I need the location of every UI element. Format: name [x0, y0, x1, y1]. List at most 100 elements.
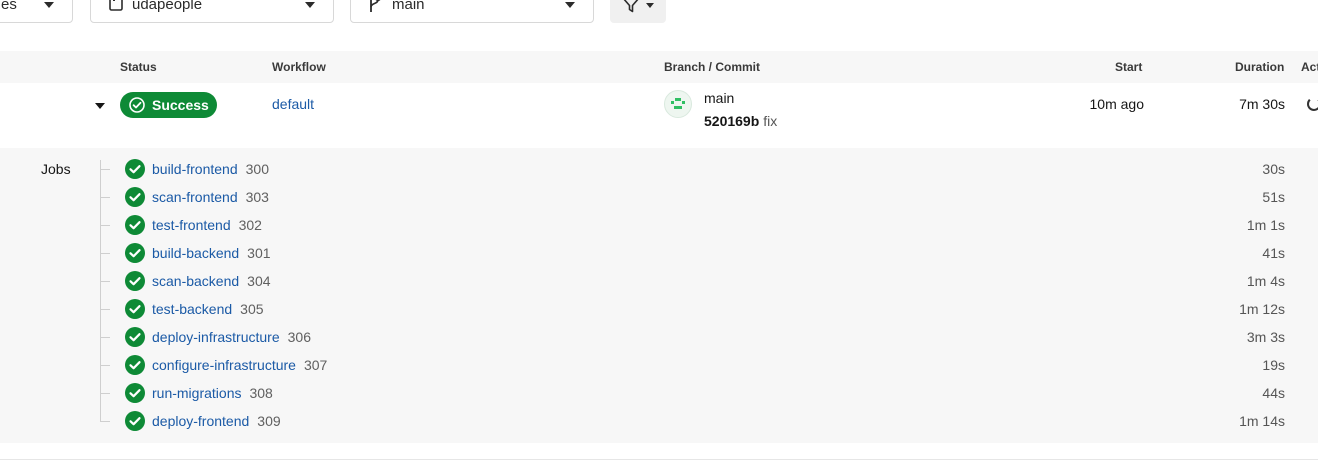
tree-connector	[100, 393, 110, 394]
job-row: build-frontend 300 30s	[100, 156, 1318, 184]
job-duration: 1m 14s	[1239, 413, 1285, 429]
job-duration: 30s	[1262, 161, 1285, 177]
job-number: 300	[245, 161, 269, 177]
tree-connector	[100, 365, 110, 366]
commit-info[interactable]: 520169b fix	[704, 113, 777, 129]
branch-name[interactable]: main	[704, 90, 734, 106]
commit-message: fix	[763, 113, 778, 129]
job-duration: 44s	[1262, 385, 1285, 401]
chevron-down-icon	[305, 2, 315, 8]
branch-icon	[367, 0, 381, 18]
job-number: 303	[245, 189, 269, 205]
job-duration: 1m 4s	[1246, 273, 1285, 289]
filter-icon	[622, 0, 640, 18]
tree-connector	[100, 225, 110, 226]
job-link[interactable]: deploy-frontend 309	[152, 413, 281, 429]
job-link[interactable]: deploy-infrastructure 306	[152, 329, 311, 345]
repo-icon	[109, 0, 123, 16]
divider	[0, 459, 1318, 460]
job-number: 309	[257, 413, 281, 429]
tree-connector	[100, 281, 110, 282]
status-badge[interactable]: Success	[120, 92, 217, 118]
status-filter-select[interactable]: es	[0, 0, 73, 23]
job-name[interactable]: build-backend	[152, 245, 239, 261]
job-name[interactable]: test-backend	[152, 301, 232, 317]
check-circle-icon	[125, 299, 145, 319]
job-name[interactable]: scan-frontend	[152, 189, 238, 205]
start-time: 10m ago	[1089, 96, 1144, 112]
job-link[interactable]: run-migrations 308	[152, 385, 273, 401]
job-duration: 41s	[1262, 245, 1285, 261]
job-row: configure-infrastructure 307 19s	[100, 352, 1318, 380]
column-header-start: Start	[1115, 60, 1143, 74]
column-header-workflow: Workflow	[272, 60, 326, 74]
jobs-panel: Jobs build-frontend 300 30s scan-frontend…	[0, 148, 1318, 443]
job-link[interactable]: configure-infrastructure 307	[152, 357, 327, 373]
pipeline-duration: 7m 30s	[1239, 96, 1285, 112]
job-link[interactable]: build-backend 301	[152, 245, 271, 261]
job-duration: 51s	[1262, 189, 1285, 205]
collapse-toggle-icon[interactable]	[95, 103, 105, 109]
job-duration: 1m 12s	[1239, 301, 1285, 317]
check-circle-icon	[125, 271, 145, 291]
tree-connector	[100, 421, 110, 422]
check-circle-icon	[125, 159, 145, 179]
job-name[interactable]: test-frontend	[152, 217, 231, 233]
filter-menu-button[interactable]	[610, 0, 666, 23]
job-name[interactable]: run-migrations	[152, 385, 241, 401]
pipelines-page: es udapeople main Status Workflow Branch…	[0, 0, 1318, 461]
chevron-down-icon	[646, 3, 654, 8]
project-filter-select[interactable]: udapeople	[90, 0, 334, 23]
check-circle-icon	[125, 187, 145, 207]
job-row: test-backend 305 1m 12s	[100, 296, 1318, 324]
chevron-down-icon	[44, 2, 54, 8]
check-circle-icon	[125, 383, 145, 403]
job-link[interactable]: test-backend 305	[152, 301, 264, 317]
job-number: 308	[249, 385, 273, 401]
tree-connector	[100, 169, 110, 170]
job-row: scan-frontend 303 51s	[100, 184, 1318, 212]
job-name[interactable]: build-frontend	[152, 161, 238, 177]
rerun-icon[interactable]	[1307, 97, 1318, 111]
job-name[interactable]: deploy-frontend	[152, 413, 249, 429]
job-duration: 3m 3s	[1246, 329, 1285, 345]
job-row: test-frontend 302 1m 1s	[100, 212, 1318, 240]
job-link[interactable]: test-frontend 302	[152, 217, 262, 233]
job-number: 305	[240, 301, 264, 317]
tree-connector	[100, 309, 110, 310]
branch-filter-value: main	[392, 0, 425, 13]
pipeline-row: Success default main 520169b fix 10m ago …	[0, 83, 1318, 148]
workflow-link[interactable]: default	[272, 96, 314, 112]
status-label: Success	[152, 97, 209, 113]
job-row: build-backend 301 41s	[100, 240, 1318, 268]
check-circle-icon	[125, 215, 145, 235]
check-circle-icon	[129, 97, 145, 113]
branch-filter-select[interactable]: main	[350, 0, 594, 23]
job-link[interactable]: build-frontend 300	[152, 161, 269, 177]
job-row: deploy-frontend 309 1m 14s	[100, 408, 1318, 436]
job-number: 306	[287, 329, 311, 345]
tree-connector	[100, 197, 110, 198]
column-header-branch-commit: Branch / Commit	[664, 60, 761, 74]
check-circle-icon	[125, 355, 145, 375]
project-filter-value: udapeople	[132, 0, 203, 13]
status-filter-value: es	[1, 0, 17, 13]
job-row: deploy-infrastructure 306 3m 3s	[100, 324, 1318, 352]
job-link[interactable]: scan-backend 304	[152, 273, 271, 289]
job-row: run-migrations 308 44s	[100, 380, 1318, 408]
column-header-actions: Act	[1301, 60, 1318, 74]
job-name[interactable]: configure-infrastructure	[152, 357, 296, 373]
tree-connector	[100, 337, 110, 338]
avatar	[664, 90, 692, 118]
chevron-down-icon	[565, 2, 575, 8]
job-number: 302	[238, 217, 262, 233]
job-duration: 19s	[1262, 357, 1285, 373]
job-name[interactable]: deploy-infrastructure	[152, 329, 280, 345]
job-name[interactable]: scan-backend	[152, 273, 239, 289]
job-row: scan-backend 304 1m 4s	[100, 268, 1318, 296]
check-circle-icon	[125, 243, 145, 263]
column-header-status: Status	[120, 60, 157, 74]
check-circle-icon	[125, 327, 145, 347]
job-link[interactable]: scan-frontend 303	[152, 189, 269, 205]
commit-hash[interactable]: 520169b	[704, 113, 759, 129]
